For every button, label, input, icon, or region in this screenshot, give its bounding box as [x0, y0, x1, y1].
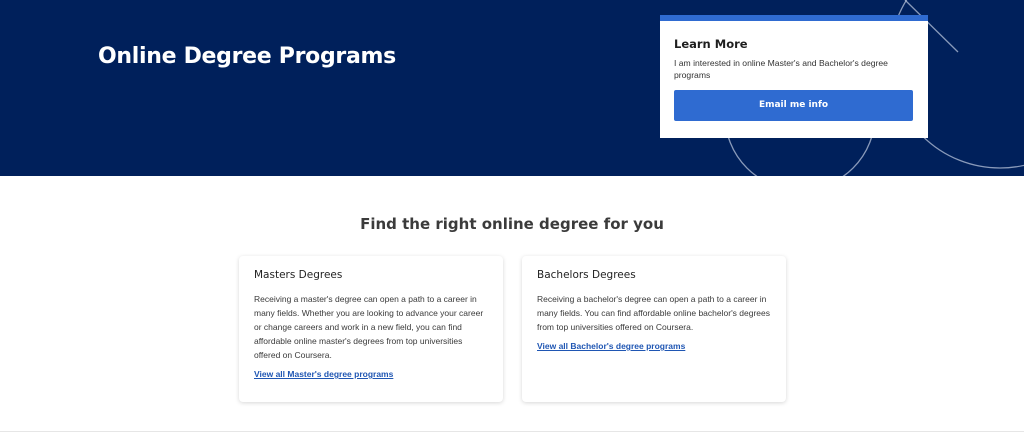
section-heading: Find the right online degree for you: [360, 215, 664, 233]
email-me-info-button[interactable]: Email me info: [674, 90, 913, 121]
footer-divider: [0, 431, 1024, 432]
masters-card-description: Receiving a master's degree can open a p…: [254, 294, 484, 360]
learn-more-title: Learn More: [674, 37, 748, 51]
view-bachelors-programs-link[interactable]: View all Bachelor's degree programs: [537, 341, 685, 351]
masters-degrees-card: Masters Degrees Receiving a master's deg…: [239, 256, 503, 402]
bachelors-card-description: Receiving a bachelor's degree can open a…: [537, 294, 771, 332]
bachelors-degrees-card: Bachelors Degrees Receiving a bachelor's…: [522, 256, 786, 402]
hero-banner: Online Degree Programs Learn More I am i…: [0, 0, 1024, 176]
view-masters-programs-link[interactable]: View all Master's degree programs: [254, 369, 393, 379]
bachelors-card-title: Bachelors Degrees: [537, 269, 636, 281]
learn-more-form: Learn More I am interested in online Mas…: [660, 15, 928, 138]
learn-more-description: I am interested in online Master's and B…: [674, 58, 888, 80]
page-title: Online Degree Programs: [98, 44, 396, 69]
masters-card-title: Masters Degrees: [254, 269, 343, 281]
